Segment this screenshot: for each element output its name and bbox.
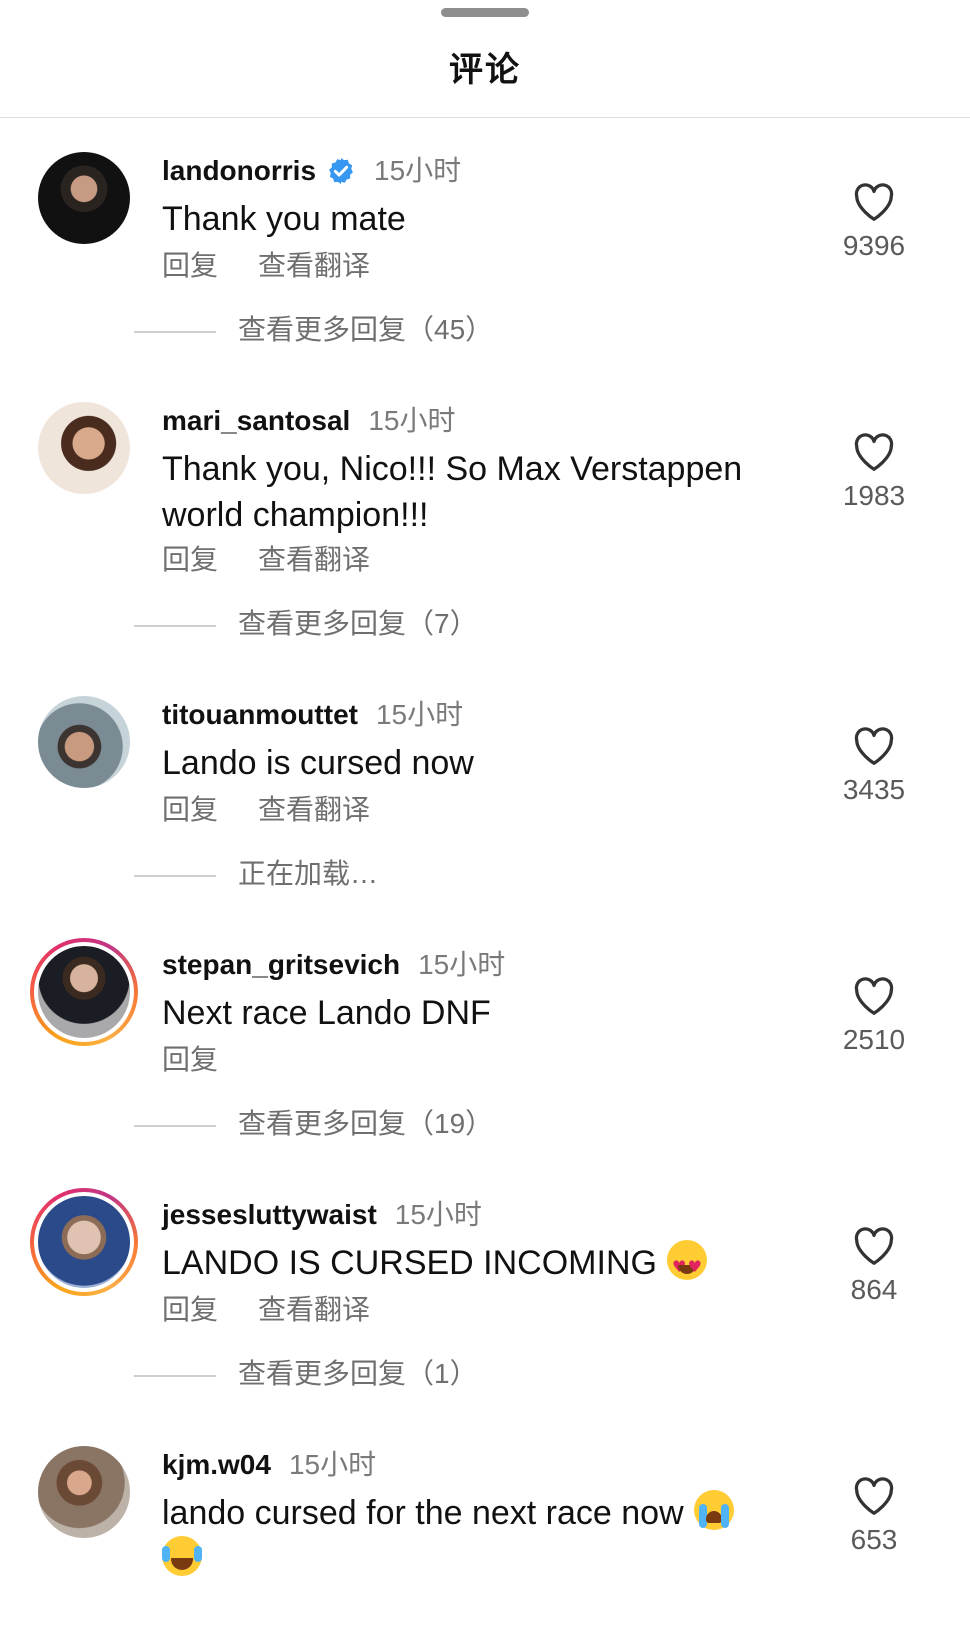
avatar: [34, 1192, 134, 1292]
like-count: 1983: [842, 480, 906, 511]
comment-username[interactable]: mari_santosal: [162, 405, 350, 436]
comment-text: lando cursed for the next race now: [162, 1490, 822, 1582]
sob-emoji: [693, 1490, 734, 1530]
comment-text-content: LANDO IS CURSED INCOMING: [162, 1244, 657, 1282]
comment-text-content: lando cursed for the next race now: [162, 1494, 684, 1532]
reply-button[interactable]: 回复: [162, 1294, 218, 1325]
grab-handle[interactable]: [441, 8, 529, 17]
like-count: 653: [850, 1524, 898, 1555]
heart-outline-icon: [854, 977, 894, 1015]
reply-button[interactable]: 回复: [162, 544, 218, 575]
joy-emoji: [162, 1536, 202, 1576]
comment-text: Next race Lando DNF: [162, 994, 491, 1032]
comment-username[interactable]: stepan_gritsevich: [162, 949, 400, 980]
like-button[interactable]: 2510: [814, 976, 934, 1056]
heart-outline-icon: [854, 1477, 894, 1515]
like-button[interactable]: 1983: [814, 432, 934, 512]
translate-button[interactable]: 查看翻译: [258, 794, 370, 825]
like-count: 3435: [842, 774, 906, 805]
avatar[interactable]: [38, 152, 130, 244]
sheet-title: 评论: [449, 51, 521, 89]
like-button[interactable]: 9396: [814, 182, 934, 262]
heart-eyes-emoji: [666, 1240, 707, 1290]
heart-outline-icon: [854, 433, 894, 471]
header-divider: [0, 117, 970, 118]
translate-button[interactable]: 查看翻译: [258, 1294, 370, 1325]
view-replies-label: 查看更多回复（1）: [238, 1358, 478, 1389]
view-replies-button[interactable]: 查看更多回复（45）: [134, 312, 493, 348]
replies-divider-line: [134, 1374, 216, 1377]
comment-time: 15小时: [368, 405, 456, 436]
reply-button[interactable]: 回复: [162, 794, 218, 825]
avatar[interactable]: [38, 1446, 130, 1538]
comment-text: Thank you mate: [162, 200, 406, 238]
replies-divider-line: [134, 624, 216, 627]
avatar-story-ring[interactable]: [30, 1188, 138, 1296]
like-count: 2510: [842, 1024, 906, 1055]
like-button[interactable]: 653: [814, 1476, 934, 1556]
comment-time: 15小时: [375, 699, 464, 730]
heart-outline-icon: [854, 183, 894, 221]
verified-badge-icon: [329, 157, 353, 185]
like-button[interactable]: 3435: [814, 726, 934, 806]
like-button[interactable]: 864: [814, 1226, 934, 1306]
reply-button[interactable]: 回复: [162, 250, 218, 281]
comment-text: Lando is cursed now: [162, 744, 474, 782]
translate-button[interactable]: 查看翻译: [258, 544, 370, 575]
comment-username[interactable]: kjm.w04: [162, 1449, 271, 1480]
comment-username[interactable]: landonorris: [162, 155, 316, 186]
view-replies-label: 查看更多回复（45）: [238, 314, 494, 345]
avatar: [34, 942, 134, 1042]
view-replies-button[interactable]: 查看更多回复（1）: [134, 1356, 478, 1392]
replies-divider-line: [134, 330, 216, 333]
avatar-story-ring[interactable]: [30, 938, 138, 1046]
comment-time: 15小时: [288, 1449, 377, 1480]
comment-time: 15小时: [418, 949, 506, 980]
heart-outline-icon: [854, 1227, 894, 1265]
view-replies-label: 查看更多回复（7）: [238, 608, 478, 639]
comment-text: LANDO IS CURSED INCOMING: [162, 1240, 812, 1290]
replies-divider-line: [134, 874, 216, 877]
view-replies-button[interactable]: 查看更多回复（19）: [134, 1106, 493, 1142]
comment-time: 15小时: [374, 155, 462, 186]
comment-username[interactable]: jessesluttywaist: [162, 1199, 377, 1230]
view-replies-loading: 正在加载…: [134, 856, 378, 892]
like-count: 9396: [842, 230, 906, 261]
translate-button[interactable]: 查看翻译: [258, 250, 370, 281]
replies-divider-line: [134, 1124, 216, 1127]
comment-username[interactable]: titouanmouttet: [162, 699, 358, 730]
avatar[interactable]: [38, 696, 130, 788]
heart-outline-icon: [854, 727, 894, 765]
comment-time: 15小时: [394, 1199, 482, 1230]
avatar[interactable]: [38, 402, 130, 494]
loading-label: 正在加载…: [238, 858, 379, 889]
view-replies-button[interactable]: 查看更多回复（7）: [134, 606, 478, 642]
reply-button[interactable]: 回复: [162, 1044, 218, 1075]
view-replies-label: 查看更多回复（19）: [238, 1108, 494, 1139]
comment-text: Thank you, Nico!!! So Max Verstappen wor…: [162, 450, 743, 534]
like-count: 864: [850, 1274, 898, 1305]
